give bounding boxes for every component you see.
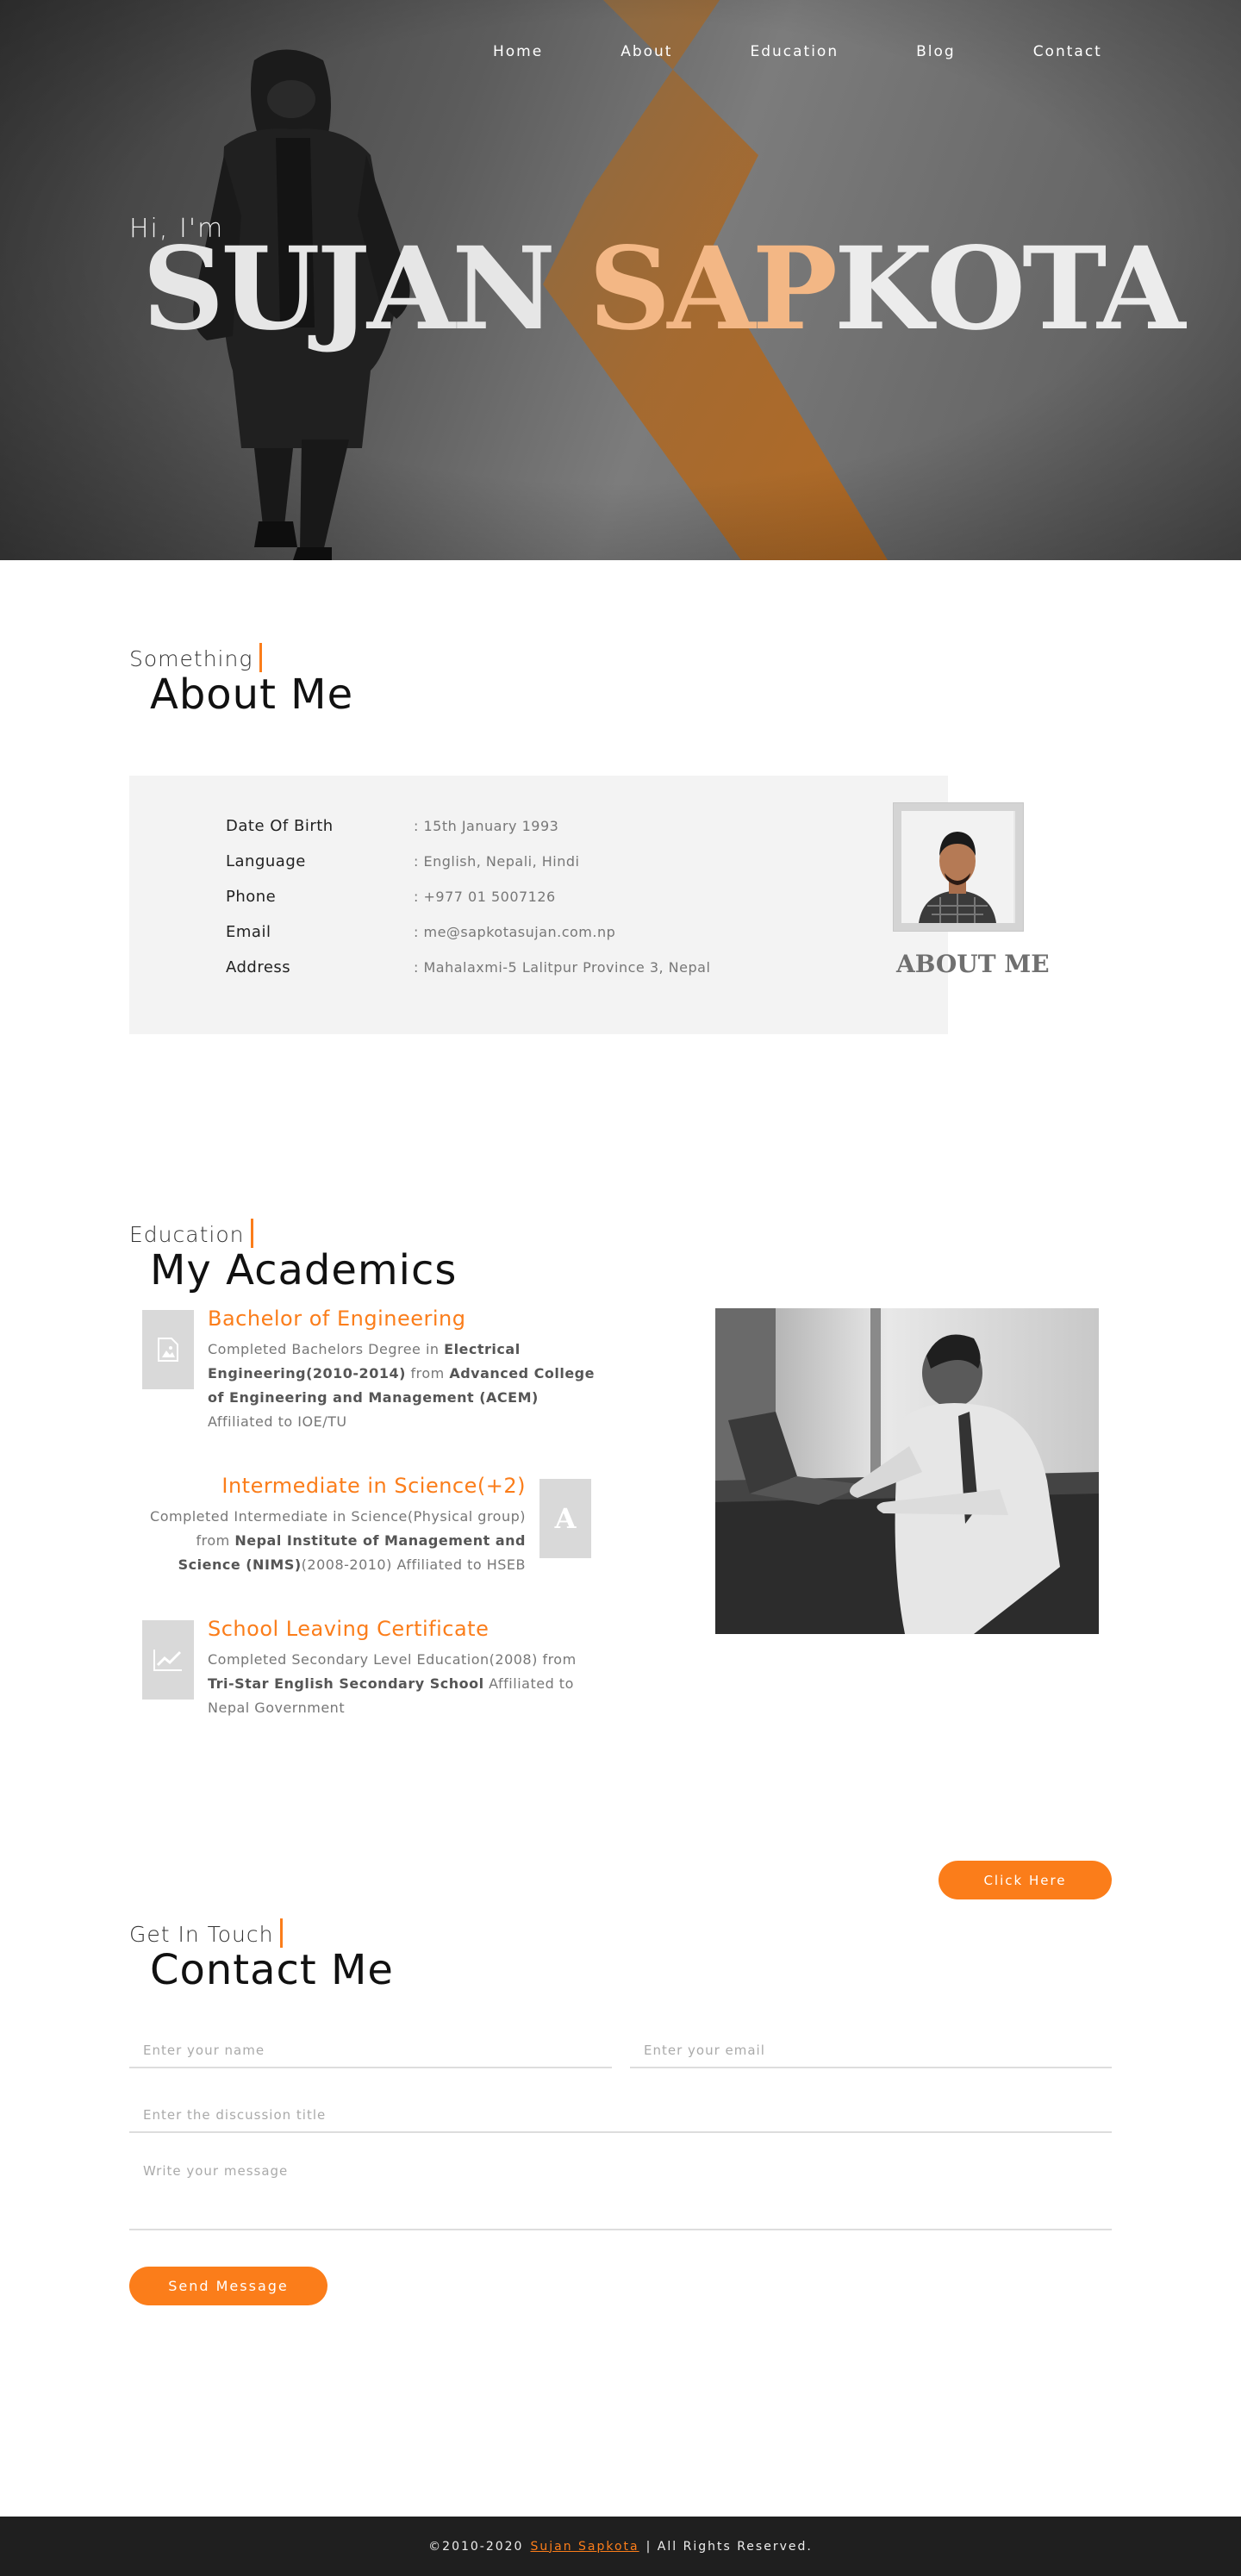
info-label: Date Of Birth (226, 817, 334, 835)
nav-home[interactable]: Home (493, 43, 543, 60)
about-title: About Me (150, 671, 354, 719)
about-signature: ABOUT ME (896, 950, 1050, 978)
message-field[interactable] (129, 2155, 1112, 2230)
footer-author-link[interactable]: Sujan Sapkota (530, 2540, 639, 2554)
kicker-bar (251, 1219, 254, 1248)
about-section: Something About Me Date Of Birth : 15th J… (0, 560, 1241, 1138)
education-item-bachelor: Bachelor of Engineering Completed Bachel… (208, 1307, 596, 1434)
info-label: Email (226, 923, 271, 941)
info-value: : +977 01 5007126 (414, 889, 556, 905)
education-photo (715, 1308, 1099, 1634)
image-icon (142, 1310, 194, 1389)
contact-title: Contact Me (150, 1946, 394, 1994)
kicker-bar (259, 643, 263, 672)
info-label: Language (226, 852, 306, 870)
hero-name: SUJAN SAPKOTA (142, 233, 1186, 346)
info-value: : me@sapkotasujan.com.np (414, 924, 616, 940)
about-kicker-text: Something (129, 646, 253, 671)
info-value: : 15th January 1993 (414, 818, 559, 834)
info-row-dob: Date Of Birth : 15th January 1993 (226, 817, 558, 835)
info-row-address: Address : Mahalaxmi-5 Lalitpur Province 3… (226, 958, 710, 976)
nav-contact[interactable]: Contact (1033, 43, 1102, 60)
footer-copyright: ©2010-2020 (428, 2539, 524, 2554)
letter-a-icon: A (539, 1479, 591, 1558)
nav-blog[interactable]: Blog (916, 43, 956, 60)
info-row-language: Language : English, Nepali, Hindi (226, 852, 579, 870)
education-item-slc: School Leaving Certificate Completed Sec… (208, 1617, 596, 1720)
education-title: My Academics (150, 1246, 458, 1294)
education-item-desc: Completed Intermediate in Science(Physic… (150, 1508, 526, 1573)
contact-kicker-text: Get In Touch (129, 1922, 274, 1947)
email-field[interactable] (630, 2034, 1112, 2068)
info-row-phone: Phone : +977 01 5007126 (226, 888, 556, 906)
education-kicker: Education (129, 1219, 254, 1248)
nav-about[interactable]: About (620, 43, 672, 60)
main-nav: Home About Education Blog Contact (493, 43, 1102, 60)
hero-name-first: SUJAN (142, 222, 556, 356)
footer-rights: | All Rights Reserved. (645, 2539, 813, 2554)
name-field[interactable] (129, 2034, 612, 2068)
education-item-desc: Completed Bachelors Degree in Electrical… (208, 1341, 595, 1430)
info-row-email: Email : me@sapkotasujan.com.np (226, 923, 615, 941)
send-message-button[interactable]: Send Message (129, 2267, 327, 2305)
contact-section: Get In Touch Contact Me Send Message (0, 1844, 1241, 2305)
education-item-desc: Completed Secondary Level Education(2008… (208, 1651, 577, 1716)
education-item-title: Bachelor of Engineering (208, 1307, 466, 1331)
nav-education[interactable]: Education (750, 43, 839, 60)
hero-banner: Home About Education Blog Contact Hi, I'… (0, 0, 1241, 560)
profile-portrait (901, 811, 1013, 923)
info-value: : Mahalaxmi-5 Lalitpur Province 3, Nepal (414, 959, 711, 976)
student-laptop-photo (715, 1308, 1099, 1634)
education-kicker-text: Education (129, 1222, 245, 1247)
info-label: Address (226, 958, 291, 976)
hero-name-last-rest: KOTA (833, 222, 1186, 356)
footer: ©2010-2020 Sujan Sapkota | All Rights Re… (0, 2517, 1241, 2576)
info-label: Phone (226, 888, 277, 906)
contact-kicker: Get In Touch (129, 1918, 284, 1948)
about-info-panel: Date Of Birth : 15th January 1993 Languag… (129, 776, 948, 1034)
hero-name-last-accent: SAP (588, 222, 838, 356)
info-value: : English, Nepali, Hindi (414, 853, 580, 870)
about-kicker: Something (129, 643, 263, 672)
education-item-intermediate: Intermediate in Science(+2) Completed In… (147, 1474, 526, 1577)
profile-photo (894, 803, 1023, 931)
education-item-title: School Leaving Certificate (208, 1617, 490, 1641)
chart-line-icon (142, 1620, 194, 1700)
kicker-bar (280, 1918, 284, 1948)
subject-field[interactable] (129, 2099, 1112, 2133)
education-section: Education My Academics Bachelor of Engin… (0, 1138, 1241, 1899)
education-item-title: Intermediate in Science(+2) (221, 1474, 526, 1498)
